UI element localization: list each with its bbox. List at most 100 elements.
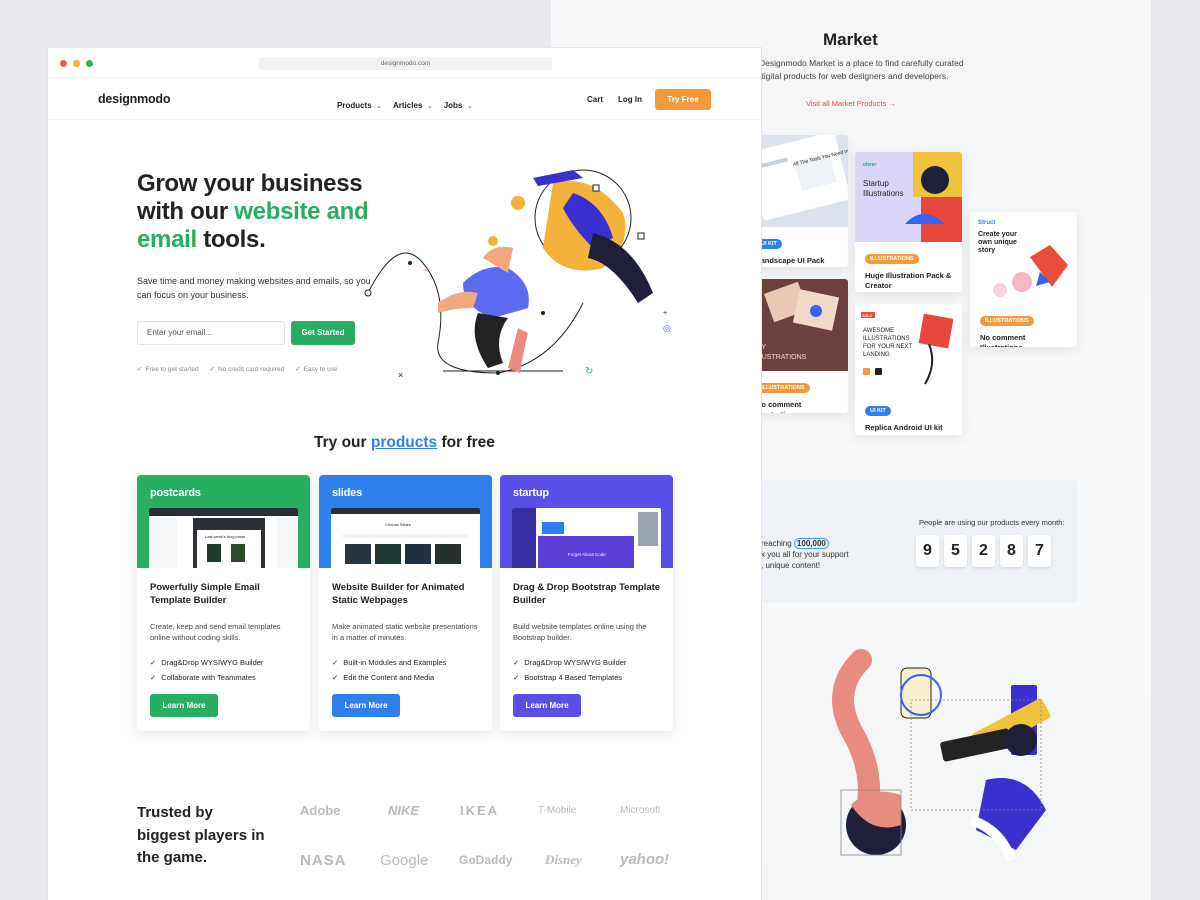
stats-text: reaching 100,000 k you all for your supp… [761, 538, 849, 570]
market-card[interactable]: SKY ILLUSTRATIONS ILLUSTRATIONS No comme… [746, 279, 848, 413]
check-icon: ✓ [137, 366, 143, 373]
counter-digit: 7 [1028, 535, 1051, 567]
market-tag: UI KIT [865, 406, 891, 416]
product-title: Powerfully Simple Email Template Builder [150, 582, 260, 606]
svg-text:~: ~ [423, 266, 428, 275]
svg-text:×: × [398, 370, 403, 380]
market-card[interactable]: All The Tools You Need In One Workspace … [746, 135, 848, 267]
svg-text:ooLo: ooLo [862, 313, 873, 318]
check-item: ✓ Easy to use [295, 366, 338, 373]
url-bar[interactable]: designmodo.com [259, 57, 552, 70]
svg-text:↻: ↻ [585, 366, 593, 377]
check-icon: ✓ [150, 658, 157, 667]
adobe-logo: Adobe [300, 803, 341, 818]
stats-box: People are using our products every mont… [761, 480, 1078, 603]
check-icon: ✓ [332, 658, 339, 667]
svg-text:◎: ◎ [663, 323, 671, 333]
hero-checks: ✓ Free to get started ✓ No credit card req… [137, 365, 338, 373]
nav-item-jobs[interactable]: Jobs ⌄ [444, 95, 473, 113]
market-tag: ILLUSTRATIONS [865, 254, 919, 264]
market-thumb: oliver Startup Illustrations [855, 152, 962, 242]
svg-text:Choose Slides: Choose Slides [385, 522, 411, 527]
check-icon: ✓ [332, 673, 339, 682]
nav-cart-link[interactable]: Cart [587, 95, 603, 104]
market-description: Designmodo Market is a place to find car… [759, 58, 964, 81]
svg-text:Create your: Create your [978, 231, 1017, 238]
market-card[interactable]: ooLo AWESOME ILLUSTRATIONS FOR YOUR NEXT… [855, 304, 962, 435]
product-title: Website Builder for Animated Static Webp… [332, 582, 465, 606]
nav-item-products[interactable]: Products ⌄ [337, 95, 382, 113]
market-card-name: Landscape UI Pack [756, 256, 825, 265]
product-brand: postcards [150, 487, 201, 499]
trusted-title: Trusted by biggest players in the game. [137, 804, 265, 866]
check-icon: ✓ [295, 366, 301, 373]
product-brand: startup [513, 487, 549, 499]
product-feature: ✓ Bootstrap 4 Based Templates [513, 673, 623, 682]
market-tag: ILLUSTRATIONS [980, 316, 1034, 326]
product-card-header: startup Forget About Code [500, 475, 673, 568]
email-input[interactable]: Enter your email... [137, 321, 285, 345]
market-title: Market [823, 30, 878, 49]
counter-digit: 9 [916, 535, 939, 567]
product-screenshot: Forget About Code [512, 508, 661, 568]
product-title: Drag & Drop Bootstrap Template Builder [513, 582, 661, 606]
svg-text:own unique: own unique [978, 239, 1017, 246]
svg-text:Struct: Struct [978, 220, 995, 226]
market-card-name: No comment Illustrations [980, 333, 1026, 347]
check-item: ✓ Free to get started [137, 366, 199, 373]
stats-counter: 9 5 2 8 7 [916, 535, 1051, 567]
svg-text:Forget About Code: Forget About Code [568, 552, 606, 557]
product-card-startup: startup Forget About Code Drag & Drop Bo… [500, 475, 673, 731]
product-description: Create, keep and send email templates on… [150, 622, 281, 642]
learn-more-button[interactable]: Learn More [332, 694, 400, 717]
nav-login-link[interactable]: Log In [618, 95, 642, 104]
svg-text:FOR YOUR NEXT: FOR YOUR NEXT [863, 344, 913, 350]
svg-text:+: + [663, 310, 667, 317]
counter-digit: 5 [944, 535, 967, 567]
market-link[interactable]: Visit all Market Products → [806, 99, 896, 108]
hero-subtitle: Save time and money making websites and … [137, 276, 371, 300]
nasa-logo: NASA [300, 852, 347, 869]
hero-title: Grow your business with our website and … [137, 170, 369, 253]
check-icon: ✓ [209, 366, 216, 373]
product-feature: ✓ Built-in Modules and Examples [332, 658, 447, 667]
check-icon: ✓ [150, 673, 157, 682]
check-item: ✓ No credit card required [209, 366, 285, 373]
svg-text:oliver: oliver [863, 162, 876, 168]
market-thumb: Struct Create your own unique story [970, 212, 1077, 304]
product-feature: ✓ Drag&Drop WYSIWYG Builder [150, 658, 264, 667]
nav-item-articles[interactable]: Articles ⌄ [393, 95, 433, 113]
product-feature: ✓ Drag&Drop WYSIWYG Builder [513, 658, 627, 667]
product-feature: ✓ Edit the Content and Media [332, 673, 435, 682]
market-card-name: Huge Illustration Pack & Creator [865, 271, 952, 290]
product-description: Build website templates online using the… [513, 622, 647, 642]
google-logo: Google [380, 852, 429, 869]
market-card[interactable]: Struct Create your own unique story ILLU… [970, 212, 1077, 347]
chevron-down-icon: ⌄ [466, 103, 473, 110]
stats-label: People are using our products every mont… [919, 518, 1065, 527]
market-thumb: SKY ILLUSTRATIONS [746, 279, 848, 371]
counter-digit: 2 [972, 535, 995, 567]
check-icon: ✓ [513, 673, 520, 682]
product-brand: slides [332, 487, 362, 499]
market-thumb: ooLo AWESOME ILLUSTRATIONS FOR YOUR NEXT… [855, 304, 962, 394]
svg-text:Last week's blog posts: Last week's blog posts [205, 534, 245, 539]
browser-window: designmodo.com designmodo Products ⌄ Art… [48, 48, 761, 900]
market-thumb: All The Tools You Need In One Workspace [746, 135, 848, 227]
get-started-button[interactable]: Get Started [291, 321, 355, 345]
product-feature: ✓ Collaborate with Teammates [150, 673, 256, 682]
disney-logo: Disney [545, 852, 582, 867]
try-free-button[interactable]: Try Free [655, 89, 711, 110]
learn-more-button[interactable]: Learn More [150, 694, 218, 717]
market-card-name: No comment Illustrations [756, 400, 802, 413]
maximize-dot-icon[interactable] [86, 60, 93, 67]
close-dot-icon[interactable] [60, 60, 67, 67]
products-section-title: Try our products for free [314, 434, 495, 451]
browser-titlebar: designmodo.com [48, 48, 761, 78]
product-card-postcards: postcards Last week's blog posts Powerfu… [137, 475, 310, 731]
site-logo[interactable]: designmodo [98, 92, 171, 106]
product-card-header: postcards Last week's blog posts [137, 475, 310, 568]
market-card[interactable]: oliver Startup Illustrations ILLUSTRATIO… [855, 152, 962, 292]
learn-more-button[interactable]: Learn More [513, 694, 581, 717]
minimize-dot-icon[interactable] [73, 60, 80, 67]
